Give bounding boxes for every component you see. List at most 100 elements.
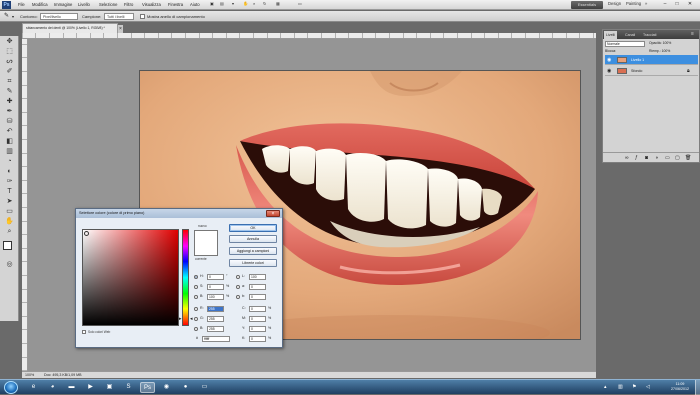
- close-button[interactable]: ✕: [685, 1, 695, 8]
- cancel-button[interactable]: Annulla: [229, 235, 277, 243]
- panel-menu-icon[interactable]: ≡: [691, 31, 694, 37]
- mask-icon[interactable]: ◙: [645, 153, 648, 163]
- folder-icon[interactable]: ▭: [665, 153, 670, 163]
- layer-row-sfondo[interactable]: ◉ Sfondo 🔒︎: [605, 66, 698, 76]
- magenta-input[interactable]: 0: [249, 315, 266, 322]
- show-desktop-button[interactable]: [695, 380, 700, 395]
- fill-field[interactable]: Riemp.: 100%: [649, 49, 670, 53]
- rotate-icon[interactable]: ↻: [263, 1, 267, 6]
- blend-mode-select[interactable]: Normale: [605, 41, 645, 47]
- menu-livello[interactable]: Livello: [78, 2, 90, 7]
- red-radio[interactable]: [194, 306, 198, 311]
- tab-livelli[interactable]: Livelli: [604, 31, 617, 39]
- eyedropper-tool-icon[interactable]: ✎: [3, 87, 16, 97]
- trash-icon[interactable]: 🗑︎: [685, 153, 691, 163]
- dodge-tool-icon[interactable]: ◐: [3, 167, 16, 177]
- saturation-input[interactable]: 0: [207, 283, 224, 290]
- tab-canali[interactable]: Canali: [623, 31, 637, 39]
- lasso-tool-icon[interactable]: ᔕ: [3, 57, 16, 67]
- menu-modifica[interactable]: Modifica: [32, 2, 48, 7]
- blue-input[interactable]: 255: [207, 325, 224, 332]
- shape-tool-icon[interactable]: ▭: [3, 207, 16, 217]
- lab-a-radio[interactable]: [236, 284, 240, 289]
- menu-filtro[interactable]: Filtro: [124, 2, 133, 7]
- healing-brush-tool-icon[interactable]: ✚: [3, 97, 16, 107]
- mini-bridge-icon[interactable]: ▤: [220, 1, 224, 6]
- flag-icon[interactable]: ⚑: [632, 384, 636, 390]
- blue-radio[interactable]: [194, 326, 198, 331]
- foreground-color-swatch[interactable]: [3, 241, 12, 250]
- eye-app-icon[interactable]: ◉: [159, 382, 174, 393]
- yellow-input[interactable]: 0: [249, 325, 266, 332]
- color-libraries-button[interactable]: Librerie colori: [229, 259, 277, 267]
- sample-size-select[interactable]: Pixel/livello: [40, 13, 78, 20]
- network-icon[interactable]: ▥: [618, 384, 623, 390]
- clone-stamp-tool-icon[interactable]: ⛁: [3, 117, 16, 127]
- crop-tool-icon[interactable]: ⌗: [3, 77, 16, 87]
- tray-arrow-icon[interactable]: ▴: [604, 384, 607, 390]
- tab-tracciati[interactable]: Tracciati: [641, 31, 658, 39]
- visibility-eye-icon[interactable]: ◉: [607, 66, 611, 76]
- app-icon[interactable]: ▣: [102, 382, 117, 393]
- skype-icon[interactable]: S: [121, 382, 136, 393]
- visibility-eye-icon[interactable]: ◉: [607, 55, 611, 65]
- pen-tool-icon[interactable]: ✑: [3, 177, 16, 187]
- brightness-radio[interactable]: [194, 294, 198, 299]
- green-radio[interactable]: [194, 316, 198, 321]
- menu-immagine[interactable]: Immagine: [54, 2, 72, 7]
- firefox-icon[interactable]: ◕: [45, 382, 60, 393]
- brightness-input[interactable]: 100: [207, 293, 224, 300]
- hand-icon[interactable]: ✋: [243, 1, 248, 7]
- brush-tool-icon[interactable]: ✒: [3, 107, 16, 117]
- adjustment-icon[interactable]: ◑: [655, 153, 658, 163]
- dialog-close-button[interactable]: ×: [266, 210, 280, 217]
- volume-icon[interactable]: ◁: [646, 384, 650, 390]
- workspace-more-icon[interactable]: »: [645, 1, 647, 6]
- photoshop-taskbar-icon[interactable]: Ps: [140, 382, 155, 393]
- folder-icon[interactable]: ▬: [64, 382, 79, 393]
- tool-preset-dropdown-icon[interactable]: ▾: [12, 14, 14, 19]
- start-button[interactable]: [4, 381, 18, 394]
- add-to-swatches-button[interactable]: Aggiungi a campioni: [229, 247, 277, 255]
- green-input[interactable]: 255: [207, 315, 224, 322]
- opacity-field[interactable]: Opacità: 100%: [649, 41, 671, 45]
- ok-button[interactable]: OK: [229, 224, 277, 232]
- recorder-icon[interactable]: ●: [178, 382, 193, 393]
- maximize-button[interactable]: □: [672, 1, 682, 8]
- hue-slider-left-arrow-icon[interactable]: ▸: [179, 317, 182, 322]
- arrange-documents-icon[interactable]: ▦: [276, 1, 280, 6]
- marquee-tool-icon[interactable]: ⬚: [3, 47, 16, 57]
- workspace-painting-link[interactable]: Painting: [626, 1, 641, 6]
- lab-a-input[interactable]: 0: [249, 283, 266, 290]
- fx-icon[interactable]: ƒ: [635, 153, 638, 163]
- lab-l-input[interactable]: 100: [249, 273, 266, 280]
- web-colors-only-checkbox[interactable]: [82, 330, 86, 334]
- document-tab[interactable]: sbiancamento dei denti @ 100% (Livello 1…: [22, 23, 118, 33]
- path-selection-tool-icon[interactable]: ➤: [3, 197, 16, 207]
- menu-visualizza[interactable]: Visualizza: [142, 2, 161, 7]
- hue-slider[interactable]: ▸ ◂: [179, 229, 193, 326]
- history-brush-tool-icon[interactable]: ↶: [3, 127, 16, 137]
- color-field-cursor[interactable]: [84, 231, 89, 236]
- lab-b-input[interactable]: 0: [249, 293, 266, 300]
- cyan-input[interactable]: 0: [249, 305, 266, 312]
- bridge-icon[interactable]: ▣: [210, 1, 214, 6]
- saturation-radio[interactable]: [194, 284, 198, 289]
- workspace-design-link[interactable]: Design: [608, 1, 621, 6]
- zoom-icon[interactable]: ⌕: [253, 1, 255, 6]
- lab-b-radio[interactable]: [236, 294, 240, 299]
- menu-selezione[interactable]: Selezione: [99, 2, 117, 7]
- window-icon[interactable]: ▭: [197, 382, 212, 393]
- link-icon[interactable]: ∞: [625, 153, 629, 163]
- gradient-tool-icon[interactable]: ▥: [3, 147, 16, 157]
- saturation-brightness-field[interactable]: [82, 229, 179, 326]
- eraser-tool-icon[interactable]: ◧: [3, 137, 16, 147]
- sample-select[interactable]: Tutti i livelli: [104, 13, 134, 20]
- hue-slider-right-arrow-icon[interactable]: ◂: [190, 317, 193, 322]
- type-tool-icon[interactable]: T: [3, 187, 16, 197]
- screen-mode-icon[interactable]: ▭: [298, 1, 302, 6]
- hue-radio[interactable]: [194, 274, 198, 279]
- quick-selection-tool-icon[interactable]: ✐: [3, 67, 16, 77]
- red-input[interactable]: 255: [207, 305, 224, 312]
- menu-aiuto[interactable]: Aiuto: [190, 2, 200, 7]
